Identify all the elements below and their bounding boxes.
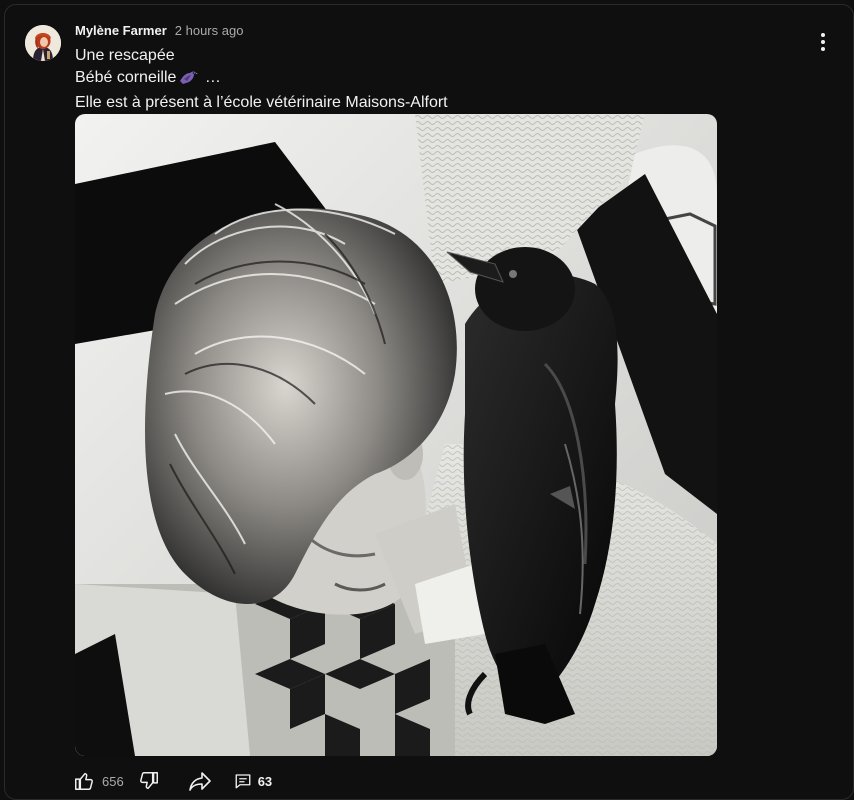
author-name[interactable]: Mylène Farmer	[75, 23, 167, 38]
like-button[interactable]: 656	[73, 770, 124, 792]
more-options-button[interactable]	[809, 30, 837, 54]
post-image-photo	[75, 114, 717, 756]
avatar-image	[25, 25, 61, 61]
thumbs-up-icon	[75, 772, 93, 790]
post-text: Une rescapée Bébé corneille … Elle est à…	[75, 45, 448, 114]
post-text-line-2-ellipsis: …	[204, 69, 221, 86]
more-vert-icon	[821, 33, 825, 37]
share-button[interactable]	[188, 770, 212, 792]
post-text-line-2: Bébé corneille …	[75, 67, 448, 92]
post-image[interactable]	[75, 114, 717, 756]
post-header: Mylène Farmer 2 hours ago	[75, 23, 243, 41]
community-post: Mylène Farmer 2 hours ago Une rescapée B…	[4, 4, 854, 800]
dislike-button[interactable]	[138, 770, 160, 792]
comment-count: 63	[257, 773, 273, 789]
post-actions: 656 63	[69, 767, 272, 795]
share-icon	[188, 772, 211, 791]
thumbs-down-icon	[139, 772, 158, 790]
like-count: 656	[102, 773, 124, 789]
comments-button[interactable]: 63	[234, 772, 272, 790]
post-text-line-1: Une rescapée	[75, 47, 175, 64]
bird-icon	[178, 67, 199, 92]
avatar[interactable]	[25, 25, 61, 61]
post-text-line-3: Elle est à présent à l’école vétérinaire…	[75, 94, 448, 111]
comment-icon	[235, 774, 251, 789]
post-text-line-2-prefix: Bébé corneille	[75, 69, 177, 86]
post-timestamp[interactable]: 2 hours ago	[175, 23, 244, 38]
